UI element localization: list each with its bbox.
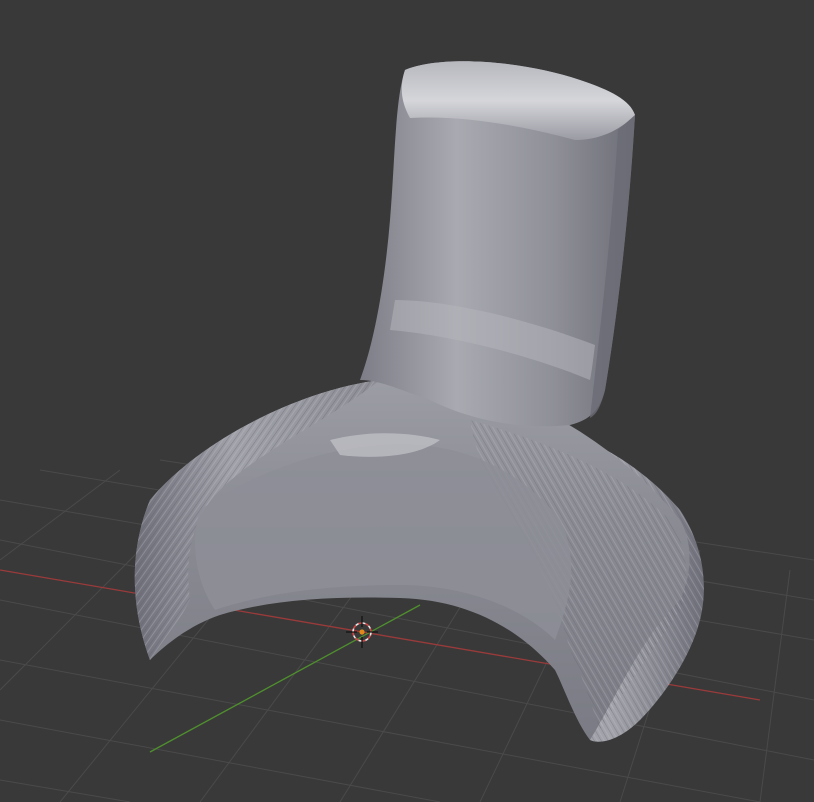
- 3d-viewport[interactable]: [0, 0, 814, 802]
- chair-mesh[interactable]: [134, 61, 704, 742]
